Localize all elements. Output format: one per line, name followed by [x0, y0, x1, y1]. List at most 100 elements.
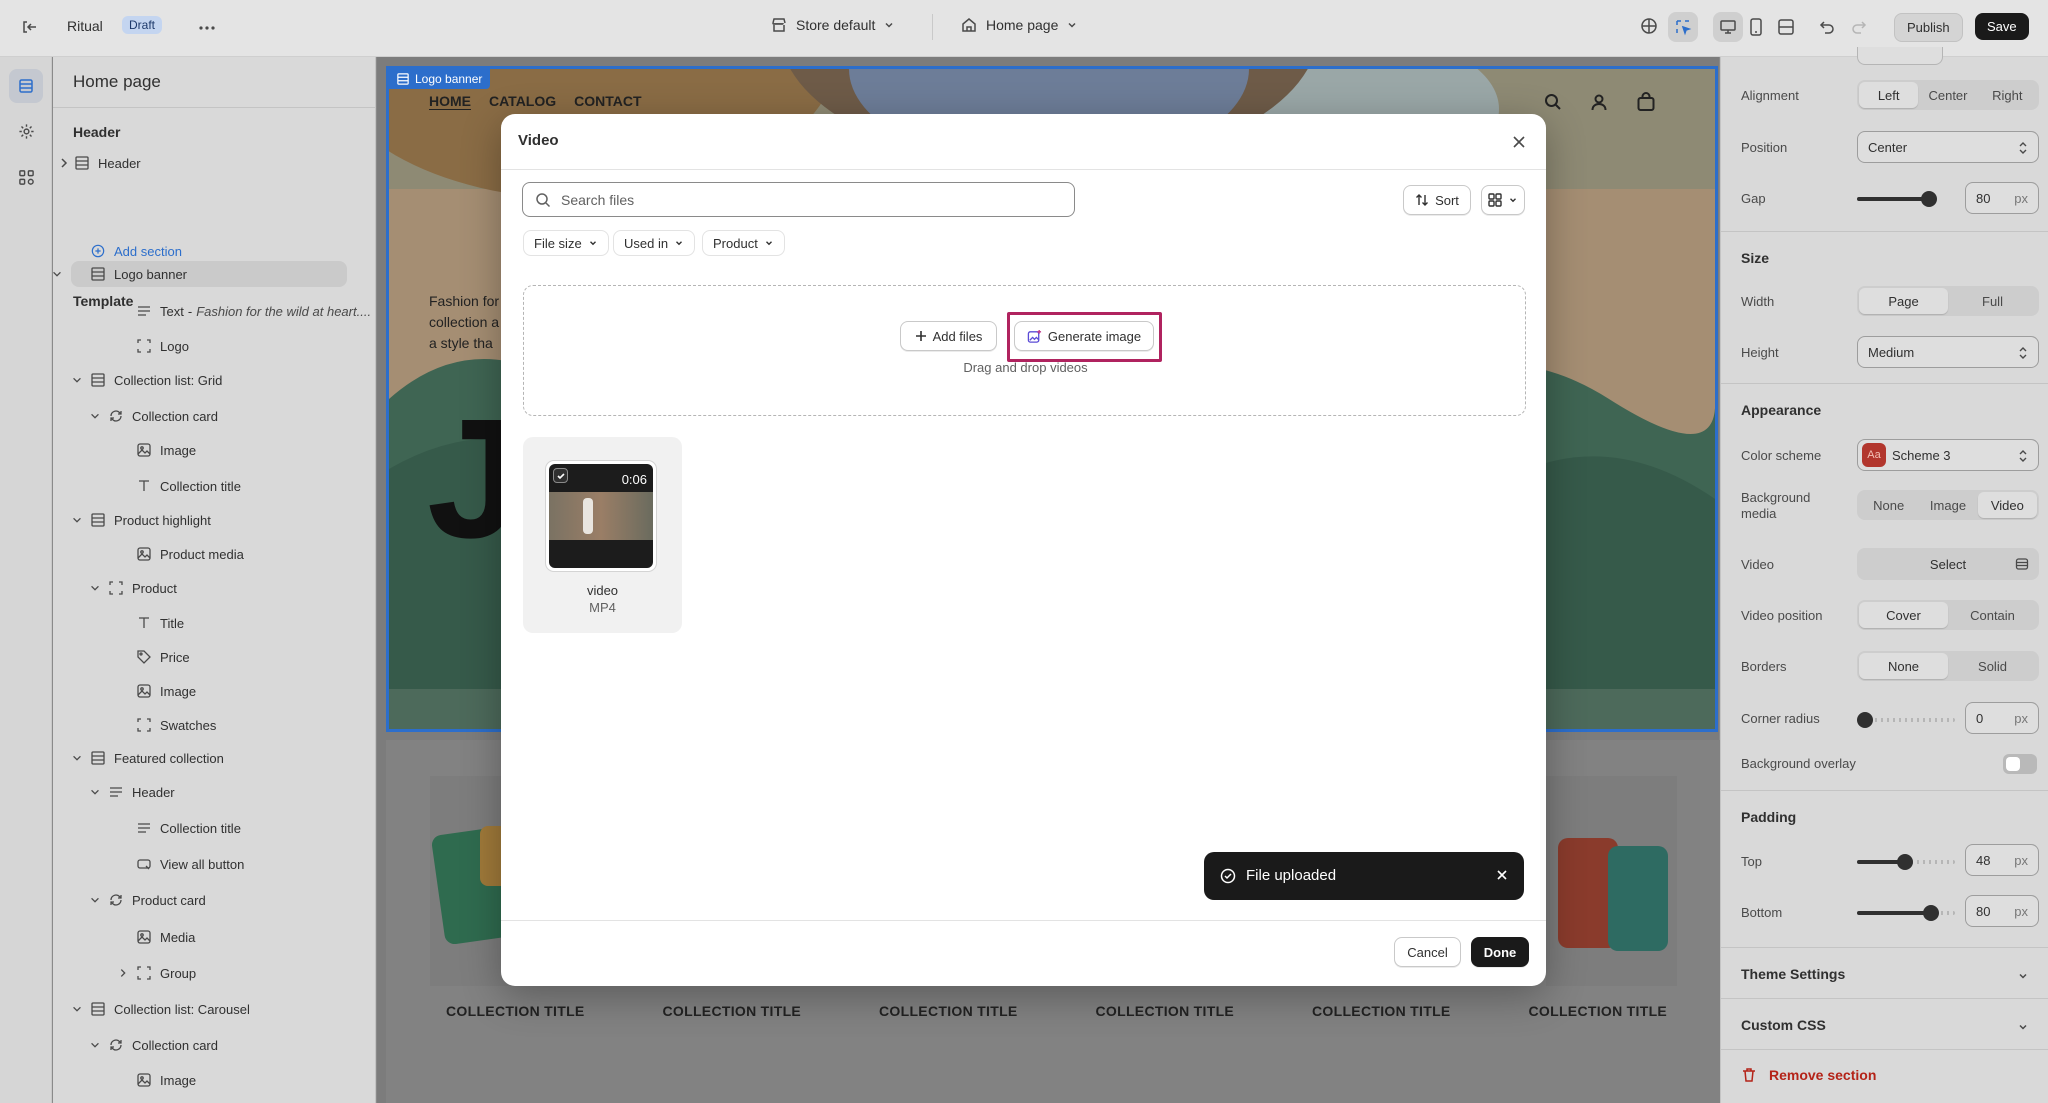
video-position-segmented[interactable]: Cover Contain — [1857, 600, 2039, 630]
gap-input[interactable]: 80 px — [1965, 182, 2039, 214]
store-search-icon[interactable] — [1544, 93, 1562, 111]
sidebar-item-collection-list-carousel[interactable]: Collection list: Carousel — [73, 996, 250, 1022]
chevron-down-icon[interactable] — [71, 374, 83, 386]
drop-zone[interactable]: Add files Generate image Drag and drop v… — [523, 285, 1526, 416]
close-icon[interactable] — [1496, 869, 1508, 881]
sidebar-item-product-media[interactable]: Product media — [137, 541, 244, 567]
slider-knob[interactable] — [1923, 905, 1939, 921]
background-media-image[interactable]: Image — [1918, 492, 1977, 518]
sidebar-item-title[interactable]: Title — [137, 610, 184, 636]
collection-title[interactable]: COLLECTION TITLE — [446, 1003, 585, 1019]
chevron-down-icon[interactable] — [89, 582, 101, 594]
sidebar-item-featured-collection[interactable]: Featured collection — [73, 745, 224, 771]
selected-section-tag[interactable]: Logo banner — [389, 69, 491, 89]
sidebar-item-image[interactable]: Image — [137, 1067, 196, 1093]
settings-gear-icon[interactable] — [18, 123, 35, 140]
sidebar-item-group[interactable]: Group — [120, 960, 196, 986]
exit-icon[interactable] — [20, 18, 38, 36]
gap-slider[interactable] — [1857, 191, 1937, 207]
corner-radius-input[interactable]: 0 px — [1965, 702, 2039, 734]
sidebar-item-collection-card[interactable]: Collection card — [91, 403, 218, 429]
theme-selector[interactable]: Store default — [770, 16, 895, 34]
color-scheme-select[interactable]: Aa Scheme 3 — [1857, 439, 2039, 471]
sidebar-item-logo[interactable]: Logo — [137, 333, 189, 359]
nav-home[interactable]: HOME — [429, 93, 471, 109]
height-select[interactable]: Medium — [1857, 336, 2039, 368]
background-media-none[interactable]: None — [1859, 492, 1918, 518]
padding-top-input[interactable]: 48 px — [1965, 844, 2039, 876]
sidebar-item-image[interactable]: Image — [137, 678, 196, 704]
cart-icon[interactable] — [1636, 92, 1656, 112]
collection-title[interactable]: COLLECTION TITLE — [1529, 1003, 1668, 1019]
background-media-video[interactable]: Video — [1977, 492, 2037, 518]
sidebar-item-collection-list-grid[interactable]: Collection list: Grid — [73, 367, 222, 393]
borders-segmented[interactable]: None Solid — [1857, 651, 2039, 681]
filter-used-in[interactable]: Used in — [613, 230, 696, 256]
publish-button[interactable]: Publish — [1894, 13, 1963, 42]
mobile-icon[interactable] — [1748, 18, 1764, 36]
add-files-button[interactable]: Add files — [900, 321, 997, 351]
slider-knob[interactable] — [1897, 854, 1913, 870]
chevron-down-icon[interactable] — [89, 410, 101, 422]
nav-contact[interactable]: CONTACT — [574, 93, 641, 109]
preview-icon[interactable] — [1640, 17, 1658, 35]
collection-title[interactable]: COLLECTION TITLE — [1312, 1003, 1451, 1019]
sidebar-item-text[interactable]: Text - Fashion for the wild at heart.... — [137, 298, 371, 324]
account-icon[interactable] — [1590, 93, 1608, 111]
undo-icon[interactable] — [1818, 18, 1836, 36]
sidebar-item-collection-card[interactable]: Collection card — [91, 1032, 218, 1058]
remove-section-button[interactable]: Remove section — [1741, 1067, 1876, 1083]
sidebar-item-swatches[interactable]: Swatches — [137, 712, 216, 738]
corner-radius-slider[interactable] — [1857, 712, 1955, 728]
sidebar-item-collection-title[interactable]: Collection title — [137, 815, 241, 841]
generate-image-button[interactable]: Generate image — [1014, 321, 1154, 351]
padding-top-slider[interactable] — [1857, 854, 1955, 870]
file-card[interactable]: 0:06 video MP4 — [523, 437, 682, 633]
collection-title[interactable]: COLLECTION TITLE — [663, 1003, 802, 1019]
slider-knob[interactable] — [1921, 191, 1937, 207]
sort-button[interactable]: Sort — [1403, 185, 1471, 215]
save-button[interactable]: Save — [1975, 13, 2029, 40]
alignment-left[interactable]: Left — [1859, 82, 1919, 108]
width-segmented[interactable]: Page Full — [1857, 286, 2039, 316]
chevron-down-icon[interactable] — [51, 268, 63, 280]
sections-tab[interactable] — [9, 69, 43, 103]
width-full[interactable]: Full — [1948, 288, 2037, 314]
background-overlay-toggle[interactable] — [2003, 754, 2037, 774]
view-toggle-button[interactable] — [1481, 185, 1525, 215]
sidebar-item-product-card[interactable]: Product card — [91, 887, 206, 913]
collection-title[interactable]: COLLECTION TITLE — [1096, 1003, 1235, 1019]
borders-none[interactable]: None — [1859, 653, 1948, 679]
sidebar-item-view-all-button[interactable]: View all button — [137, 851, 244, 877]
fullscreen-icon[interactable] — [1777, 18, 1795, 36]
video-select-button[interactable]: Select — [1857, 548, 2039, 580]
chevron-down-icon[interactable] — [89, 894, 101, 906]
chevron-down-icon[interactable] — [71, 752, 83, 764]
video-position-cover[interactable]: Cover — [1859, 602, 1948, 628]
alignment-right[interactable]: Right — [1978, 82, 2037, 108]
theme-settings-accordion[interactable]: Theme Settings — [1721, 948, 2048, 998]
file-checkbox[interactable] — [553, 468, 568, 483]
filter-file-size[interactable]: File size — [523, 230, 609, 256]
sidebar-item-media[interactable]: Media — [137, 924, 195, 950]
position-select[interactable]: Center — [1857, 131, 2039, 163]
width-page[interactable]: Page — [1859, 288, 1948, 314]
sidebar-item-header[interactable]: Header — [57, 150, 141, 176]
search-files-input[interactable]: Search files — [522, 182, 1075, 217]
chevron-down-icon[interactable] — [71, 1003, 83, 1015]
alignment-center[interactable]: Center — [1918, 82, 1977, 108]
sidebar-item-price[interactable]: Price — [137, 644, 190, 670]
chevron-down-icon[interactable] — [89, 1039, 101, 1051]
padding-bottom-input[interactable]: 80 px — [1965, 895, 2039, 927]
cancel-button[interactable]: Cancel — [1394, 937, 1461, 967]
background-media-segmented[interactable]: None Image Video — [1857, 490, 2039, 520]
custom-css-accordion[interactable]: Custom CSS — [1721, 999, 2048, 1049]
sidebar-item-product-highlight[interactable]: Product highlight — [73, 507, 211, 533]
desktop-view-button[interactable] — [1713, 12, 1743, 42]
video-position-contain[interactable]: Contain — [1948, 602, 2037, 628]
sidebar-item-header[interactable]: Header — [91, 779, 175, 805]
slider-knob[interactable] — [1857, 712, 1873, 728]
done-button[interactable]: Done — [1471, 937, 1529, 967]
chevron-down-icon[interactable] — [71, 514, 83, 526]
page-selector[interactable]: Home page — [960, 16, 1078, 34]
